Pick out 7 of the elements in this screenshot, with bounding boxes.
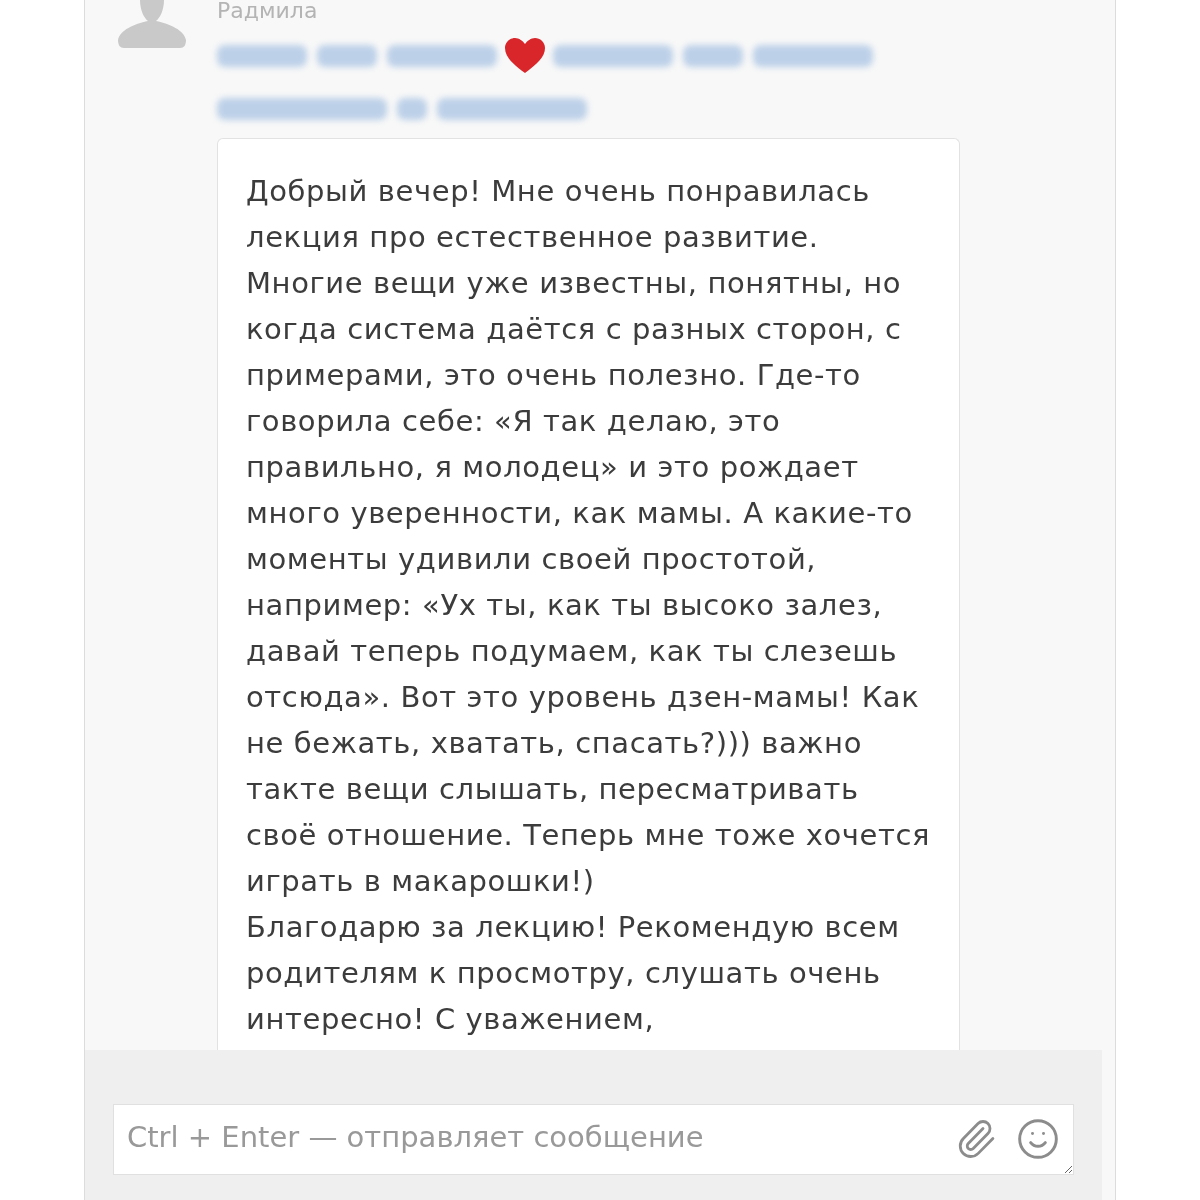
smiley-icon[interactable] [1016, 1117, 1060, 1161]
avatar-silhouette-icon [118, 0, 186, 48]
heart-icon [505, 38, 545, 74]
message-text: Благодарю за лекцию! Рекомендую всем родителям к просмотру, слушать очень интересно! С уважением, [246, 909, 901, 1038]
message-text: Добрый вечер! Мне очень понравилась лекция про естественное развитие. Многие вещи уже известны, понятны, но когда система даётся с разных сторон, с примерами, это очень полезно. Где-то говорила себе: «Я так делаю, это правильно, я молодец» и это рождает много уверенности, как мамы. А какие-то моменты удивили своей простотой, например: «Ух ты, как ты высоко залез, давай теперь подумаем, как ты слезешь отсюда». Вот это уровень дзен-мамы! Как не бежать, хватать, спасать?))) важно такте вещи слышать, пересматривать своё отношение. Теперь мне тоже хочется играть в макарошки!) [246, 173, 931, 900]
sender-name: Радмила [217, 0, 318, 22]
message-input[interactable]: Ctrl + Enter — отправляет сообщение [113, 1104, 1074, 1175]
